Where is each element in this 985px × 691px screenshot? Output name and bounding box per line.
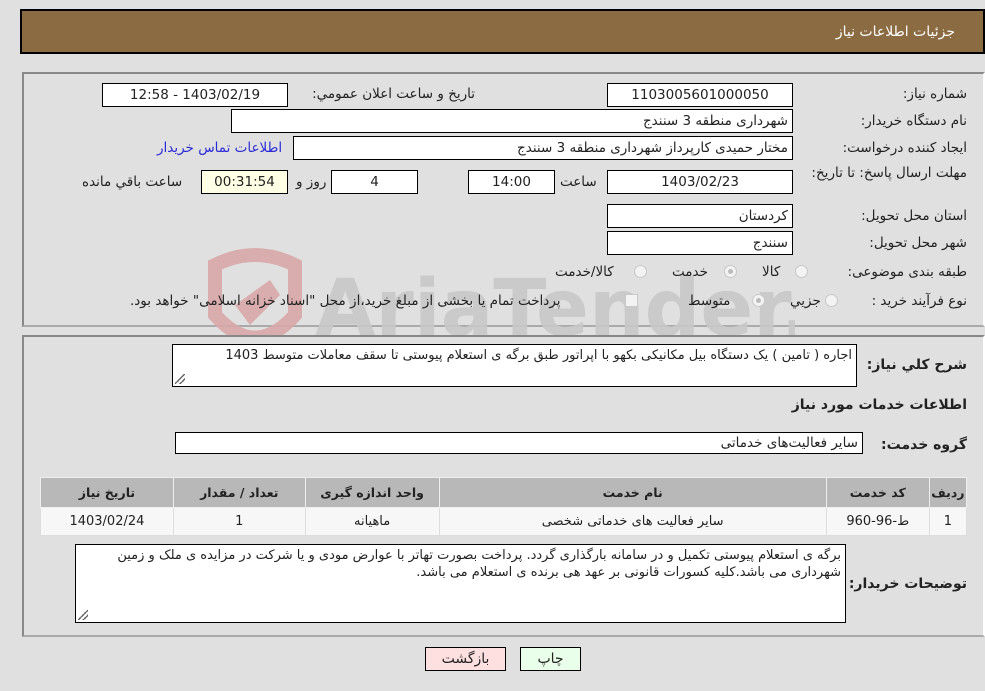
category-radio-goods-service[interactable] xyxy=(634,265,647,278)
col-header-quantity: تعداد / مقدار xyxy=(172,477,306,508)
purchase-type-option-minor: جزيي xyxy=(790,293,821,309)
time-remaining-field: 00:31:54 xyxy=(201,170,288,194)
announce-datetime-field: 1403/02/19 - 12:58 xyxy=(102,83,288,107)
days-remaining-field: 4 xyxy=(331,170,418,194)
treasury-checkbox[interactable] xyxy=(625,294,638,307)
page-title: جزئیات اطلاعات نیاز xyxy=(835,23,955,40)
col-header-service-name: نام خدمت xyxy=(438,477,827,508)
purchase-type-label: نوع فرآیند خرید : xyxy=(871,293,967,309)
service-group-field: سایر فعالیت‌های خدماتی xyxy=(175,432,863,454)
description-text: اجاره ( تامین ) یک دستگاه بیل مکانیکی بک… xyxy=(225,348,852,363)
need-number-label: شماره نیاز: xyxy=(902,86,967,102)
time-remaining-label: ساعت باقي مانده xyxy=(82,174,183,190)
col-header-unit: واحد اندازه گيری xyxy=(304,477,440,508)
need-number-field: 1103005601000050 xyxy=(607,83,793,107)
print-button[interactable]: چاپ xyxy=(520,647,581,671)
buyer-notes-text: برگه ی استعلام پیوستی تکمیل و در سامانه … xyxy=(117,548,841,580)
col-header-row-number: رديف xyxy=(928,477,968,508)
description-textarea[interactable]: اجاره ( تامین ) یک دستگاه بیل مکانیکی بک… xyxy=(172,344,857,387)
deadline-label: مهلت ارسال پاسخ: تا تاریخ: xyxy=(811,165,967,181)
buyer-org-field: شهرداری منطقه 3 سنندج xyxy=(231,109,793,133)
cell-unit: ماهیانه xyxy=(304,507,440,536)
description-label: شرح کلي نياز: xyxy=(866,357,967,373)
table-header-row: رديف کد خدمت نام خدمت واحد اندازه گيری ت… xyxy=(40,477,968,508)
city-field: سنندج xyxy=(607,231,793,255)
services-table: رديف کد خدمت نام خدمت واحد اندازه گيری ت… xyxy=(40,477,968,536)
service-group-label: گروه خدمت: xyxy=(881,437,967,453)
category-option-goods-service: کالا/خدمت xyxy=(555,264,614,280)
requester-label: ايجاد کننده درخواست: xyxy=(842,140,967,156)
buyer-contact-link[interactable]: اطلاعات تماس خريدار xyxy=(157,140,282,156)
deadline-time-field: 14:00 xyxy=(468,170,555,194)
buyer-notes-textarea[interactable]: برگه ی استعلام پیوستی تکمیل و در سامانه … xyxy=(75,544,846,623)
buyer-notes-label: توضيحات خريدار: xyxy=(848,576,967,592)
col-header-service-code: کد خدمت xyxy=(825,477,930,508)
cell-service-name: سایر فعالیت های خدماتی شخصی xyxy=(438,507,827,536)
services-section-title: اطلاعات خدمات مورد نياز xyxy=(791,397,967,413)
back-button[interactable]: بازگشت xyxy=(425,647,506,671)
table-row: 1 ط-96-960 سایر فعالیت های خدماتی شخصی م… xyxy=(40,507,968,536)
cell-row-number: 1 xyxy=(928,507,968,536)
purchase-type-option-medium: متوسط xyxy=(688,293,731,309)
treasury-note: پرداخت تمام يا بخشی از مبلغ خريد،از محل … xyxy=(130,293,561,309)
province-label: استان محل تحویل: xyxy=(861,208,967,224)
purchase-type-radio-minor[interactable] xyxy=(825,294,838,307)
cell-need-date: 1403/02/24 xyxy=(40,507,174,536)
category-option-service: خدمت xyxy=(672,264,708,280)
cell-service-code: ط-96-960 xyxy=(825,507,930,536)
deadline-date-field: 1403/02/23 xyxy=(607,170,793,194)
col-header-need-date: تاريخ نياز xyxy=(40,477,174,508)
resize-grip-icon[interactable] xyxy=(175,374,185,384)
deadline-time-label: ساعت xyxy=(560,174,597,190)
requester-field: مختار حمیدی کارپرداز شهرداری منطقه 3 سنن… xyxy=(293,136,793,160)
cell-quantity: 1 xyxy=(172,507,306,536)
category-option-goods: کالا xyxy=(762,264,781,280)
category-label: طبقه بندی موضوعی: xyxy=(847,264,967,280)
category-radio-goods[interactable] xyxy=(795,265,808,278)
resize-grip-icon[interactable] xyxy=(78,610,88,620)
page-header: جزئیات اطلاعات نیاز xyxy=(20,9,985,54)
province-field: کردستان xyxy=(607,204,793,228)
city-label: شهر محل تحویل: xyxy=(869,235,967,251)
buyer-org-label: نام دستگاه خريدار: xyxy=(860,113,967,129)
purchase-type-radio-medium[interactable] xyxy=(752,294,765,307)
announce-datetime-label: تاریخ و ساعت اعلان عمومي: xyxy=(312,86,475,102)
category-radio-service[interactable] xyxy=(724,265,737,278)
days-label: روز و xyxy=(296,174,327,190)
